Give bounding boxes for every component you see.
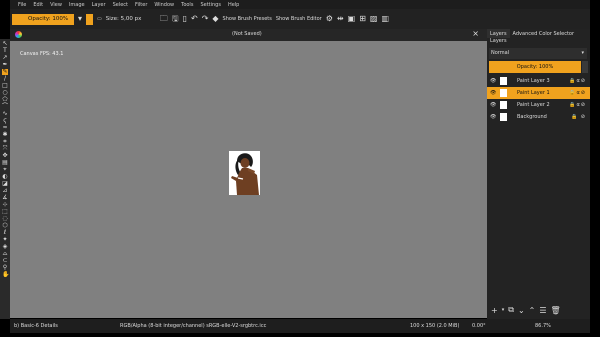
status-bar: b) Basic-6 Details RGB/Alpha (8-bit inte… bbox=[10, 319, 590, 333]
menu-tools[interactable]: Tools bbox=[181, 2, 193, 8]
opacity-field[interactable]: Opacity: 100% bbox=[12, 13, 74, 25]
menu-filter[interactable]: Filter bbox=[135, 2, 147, 8]
save-icon[interactable]: 🖫 bbox=[172, 15, 179, 23]
eye-icon[interactable]: 👁 bbox=[490, 90, 496, 96]
chevron-down-icon[interactable]: ▾ bbox=[78, 15, 82, 23]
image-size-status: 100 x 150 (2.0 MiB) bbox=[410, 323, 460, 329]
eye-icon[interactable]: 👁 bbox=[490, 102, 496, 108]
layer-thumbnail bbox=[500, 77, 507, 85]
color-space-status: RGB/Alpha (8-bit integer/channel) sRGB-e… bbox=[120, 323, 267, 329]
menu-select[interactable]: Select bbox=[113, 2, 128, 8]
layers-list: 👁 Paint Layer 3 🔒α⊘ 👁 Paint Layer 1 🔒α⊘ … bbox=[487, 75, 590, 123]
layer-name: Paint Layer 2 bbox=[517, 102, 550, 108]
blending-mode-select[interactable]: Normal ▾ bbox=[489, 48, 587, 59]
image-icon[interactable]: ▨ bbox=[370, 15, 378, 23]
add-layer-icon[interactable]: + bbox=[491, 306, 498, 315]
figure-illustration bbox=[229, 151, 260, 195]
layer-row[interactable]: 👁 Paint Layer 2 🔒α⊘ bbox=[487, 99, 590, 111]
delete-layer-icon[interactable]: 🗑 bbox=[551, 306, 561, 315]
layer-name: Paint Layer 3 bbox=[517, 78, 550, 84]
menu-image[interactable]: Image bbox=[69, 2, 85, 8]
layer-thumbnail bbox=[500, 89, 507, 97]
pan-icon[interactable]: ✋ bbox=[2, 272, 9, 278]
menu-settings[interactable]: Settings bbox=[200, 2, 221, 8]
tab-layers[interactable]: Layers bbox=[487, 29, 510, 38]
docker-tabs: Layers Advanced Color Selector bbox=[487, 29, 590, 38]
foreground-color-swatch[interactable] bbox=[86, 13, 94, 25]
settings-icon[interactable]: ⚙ bbox=[326, 15, 333, 23]
show-brush-presets-button[interactable]: Show Brush Presets bbox=[223, 16, 272, 22]
layer-flags-icon[interactable]: 🔒α⊘ bbox=[569, 102, 586, 108]
menu-view[interactable]: View bbox=[50, 2, 62, 8]
undo-icon[interactable]: ↶ bbox=[191, 15, 198, 23]
layer-row[interactable]: 👁 Background 🔒 ⊘ bbox=[487, 111, 590, 123]
artwork-image[interactable] bbox=[229, 151, 260, 195]
canvas-area[interactable]: Canvas FPS: 43.1 bbox=[10, 41, 487, 318]
move-down-icon[interactable]: ⌄ bbox=[518, 306, 525, 315]
document-title[interactable]: (Not Saved) bbox=[232, 31, 262, 37]
chevron-down-icon: ▾ bbox=[581, 50, 584, 56]
eye-icon[interactable]: 👁 bbox=[490, 114, 496, 120]
menu-help[interactable]: Help bbox=[228, 2, 239, 8]
app-window: File Edit View Image Layer Select Filter… bbox=[0, 0, 600, 337]
move-up-icon[interactable]: ⌃ bbox=[529, 306, 536, 315]
folder-icon[interactable]: 🗀 bbox=[160, 15, 168, 23]
layer-flags-icon[interactable]: 🔒α⊘ bbox=[569, 78, 586, 84]
new-document-icon[interactable]: ▯ bbox=[183, 15, 187, 23]
tab-advanced-color-selector[interactable]: Advanced Color Selector bbox=[510, 29, 577, 38]
mirror-horizontal-icon[interactable]: ⇹ bbox=[337, 15, 344, 23]
document-tab-bar: (Not Saved) × bbox=[10, 29, 487, 41]
duplicate-layer-icon[interactable]: ⧉ bbox=[508, 305, 514, 315]
layer-lock-icon[interactable]: 🔒 ⊘ bbox=[571, 114, 586, 120]
canvas-fps-readout: Canvas FPS: 43.1 bbox=[20, 51, 64, 57]
layer-actions: + ▾ ⧉ ⌄ ⌃ ☰ 🗑 bbox=[487, 304, 590, 316]
menu-edit[interactable]: Edit bbox=[33, 2, 43, 8]
brush-preset-status[interactable]: b) Basic-6 Details bbox=[14, 323, 58, 329]
tool-options-bar: Opacity: 100% ▾ ▭ Size: 5,00 px 🗀 🖫 ▯ ↶ … bbox=[10, 9, 590, 29]
layer-thumbnail bbox=[500, 113, 507, 121]
layer-properties-icon[interactable]: ☰ bbox=[539, 306, 546, 315]
layer-row[interactable]: 👁 Paint Layer 1 🔒α⊘ bbox=[487, 87, 590, 99]
menu-bar: File Edit View Image Layer Select Filter… bbox=[10, 0, 590, 9]
menu-layer[interactable]: Layer bbox=[92, 2, 106, 8]
layer-row[interactable]: 👁 Paint Layer 3 🔒α⊘ bbox=[487, 75, 590, 87]
layer-thumbnail bbox=[500, 101, 507, 109]
menu-file[interactable]: File bbox=[18, 2, 26, 8]
layer-name: Paint Layer 1 bbox=[517, 90, 550, 96]
layer-name: Background bbox=[517, 114, 547, 120]
close-icon[interactable]: × bbox=[472, 29, 479, 38]
krita-logo-icon bbox=[15, 31, 22, 38]
eraser-icon[interactable]: ◆ bbox=[212, 15, 218, 23]
layer-opacity-slider[interactable]: Opacity: 100% bbox=[489, 61, 581, 73]
show-brush-editor-button[interactable]: Show Brush Editor bbox=[276, 16, 322, 22]
size-field[interactable]: Size: 5,00 px bbox=[106, 16, 156, 22]
menu-window[interactable]: Window bbox=[154, 2, 174, 8]
layer-flags-icon[interactable]: 🔒α⊘ bbox=[569, 90, 586, 96]
workspace-icon[interactable]: ▥ bbox=[381, 15, 389, 23]
eye-icon[interactable]: 👁 bbox=[490, 78, 496, 84]
layers-title: Layers bbox=[490, 38, 507, 44]
layer-opacity-stepper[interactable] bbox=[582, 61, 588, 73]
canvas-only-icon[interactable]: ▣ bbox=[348, 15, 356, 23]
zoom-level-status[interactable]: 86.7% bbox=[535, 323, 551, 329]
rotation-status: 0.00° bbox=[472, 323, 486, 329]
wrap-around-icon[interactable]: ⊞ bbox=[359, 15, 366, 23]
redo-icon[interactable]: ↷ bbox=[202, 15, 209, 23]
toolbox: ↖ T ↗ ✒ ✎ / □ ○ ⬠ ⌒ ∿ ϛ ≈ ✱ ⌗ ⤧ ✥ ▤ ⌖ ◐ … bbox=[0, 39, 10, 319]
chevron-down-icon[interactable]: ▾ bbox=[502, 307, 505, 313]
layers-docker: Layers Advanced Color Selector Layers No… bbox=[487, 29, 590, 319]
blending-mode-value: Normal bbox=[491, 50, 510, 56]
brush-size-icon: ▭ bbox=[97, 15, 102, 22]
